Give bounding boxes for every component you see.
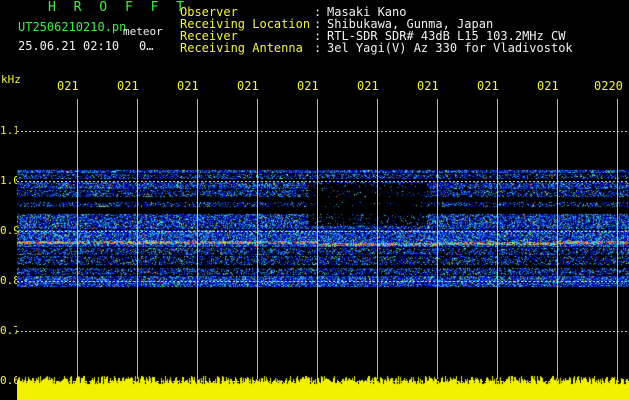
grid-line-vertical [257,99,258,379]
grid-line-vertical [197,99,198,379]
meteor-count: 0… [139,39,154,53]
spectrogram-canvas [17,96,629,400]
x-tick-label: 021 [57,79,79,93]
meteor-tag: meteor [123,25,163,38]
grid-line-horizontal [17,181,629,182]
antenna-value: 3el Yagi(V) Az 330 for Vladivostok [327,41,573,55]
x-tick-label: 021 [237,79,259,93]
x-tick-label: 021 [477,79,499,93]
grid-line-vertical [557,99,558,379]
grid-line-vertical [377,99,378,379]
antenna-separator: : [314,41,322,55]
spectrogram-plot [17,96,629,400]
x-tick-label: 021 [177,79,199,93]
grid-line-horizontal [17,281,629,282]
x-tick-label: 0220 [594,79,623,93]
antenna-label: Receiving Antenna [180,41,303,55]
x-tick-label: 021 [537,79,559,93]
hrofft-window: { "app": { "brand": "H R O F F T" }, "fi… [0,0,629,400]
grid-line-vertical [317,99,318,379]
x-tick-label: 021 [297,79,319,93]
x-tick-label: 021 [117,79,139,93]
grid-line-horizontal [17,131,629,132]
x-tick-label: 021 [357,79,379,93]
x-tick-label: 021 [417,79,439,93]
grid-line-vertical [437,99,438,379]
grid-line-vertical [77,99,78,379]
observation-datetime: 25.06.21 02:10 [18,39,120,53]
app-brand-title: H R O F F T [48,0,190,15]
axis-unit-label: kHz [1,73,21,86]
grid-line-horizontal [17,331,629,332]
grid-line-horizontal [17,231,629,232]
grid-line-vertical [137,99,138,379]
file-name: UT2506210210.pn [18,20,127,34]
grid-line-vertical [497,99,498,379]
amplitude-band [17,374,629,400]
grid-line-vertical [617,99,618,379]
